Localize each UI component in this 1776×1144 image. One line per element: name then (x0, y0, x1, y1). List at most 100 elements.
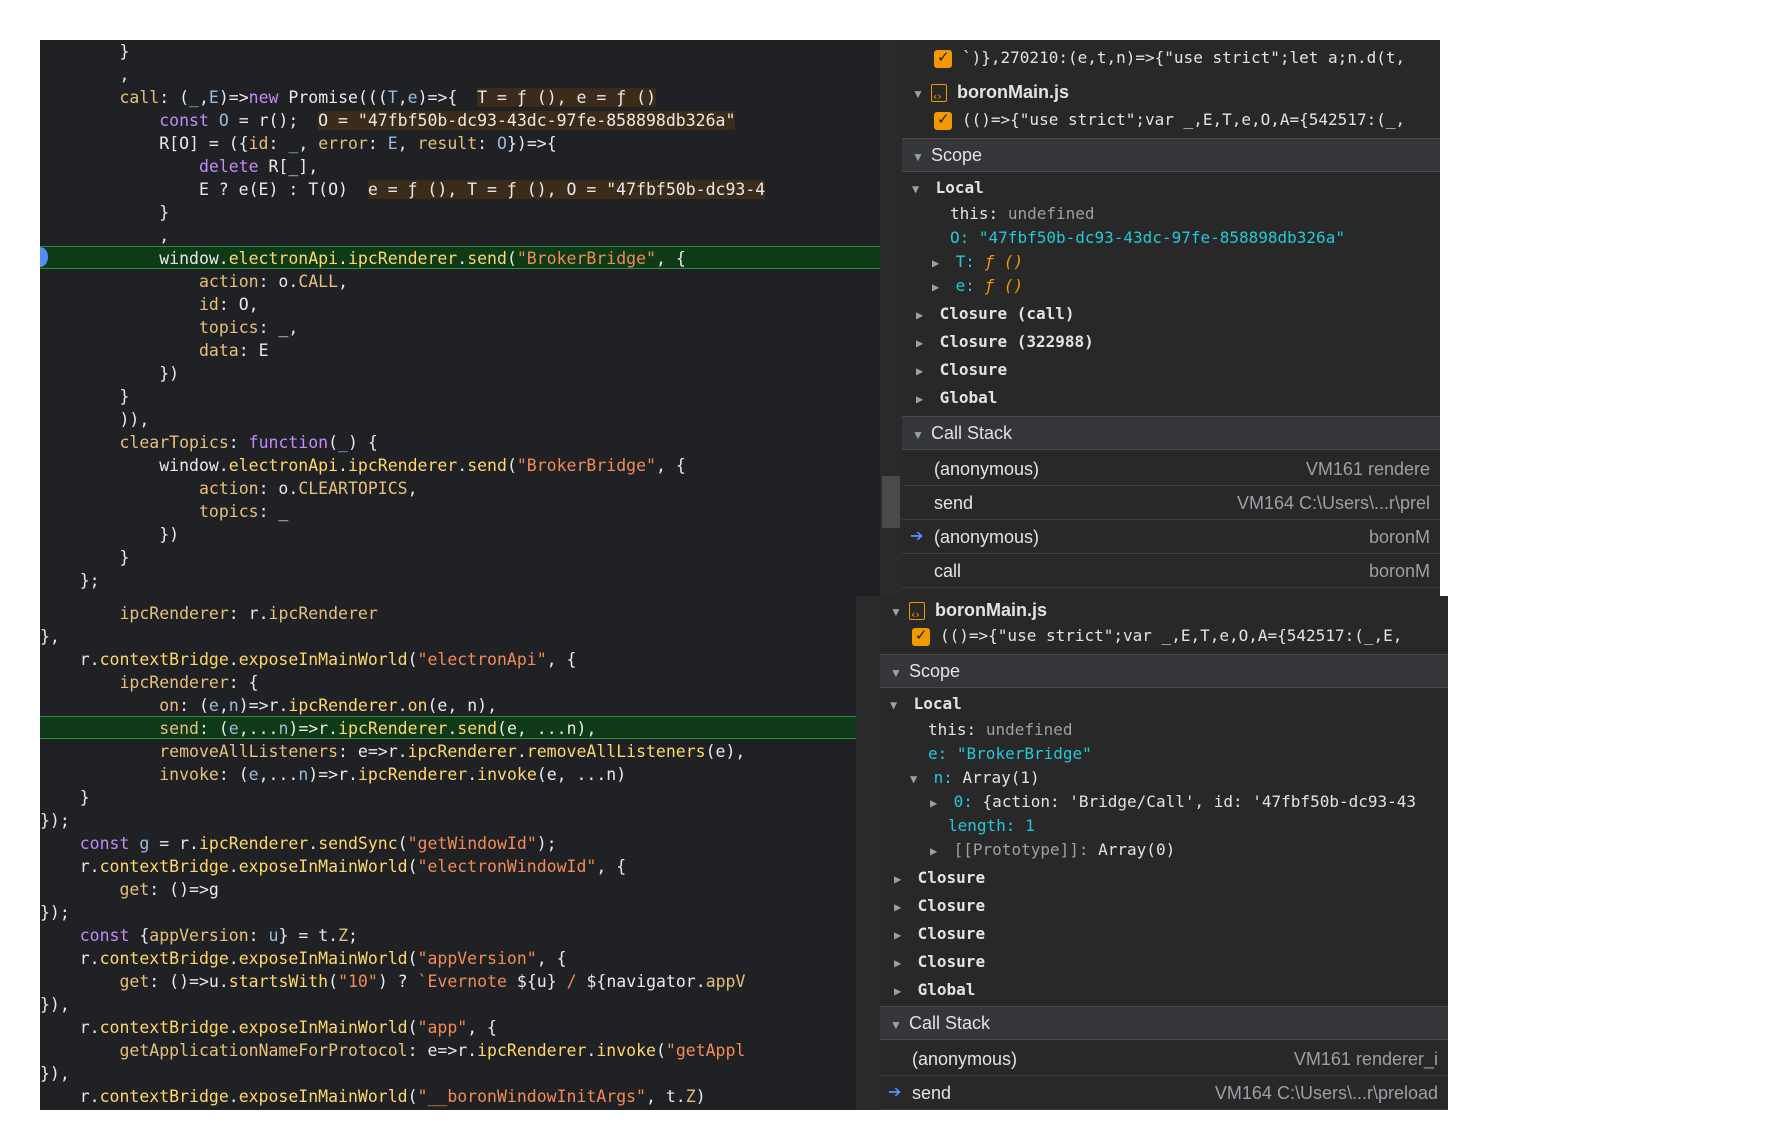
callstack-frame[interactable]: call boronM (902, 554, 1440, 588)
editor-scrollbar[interactable] (856, 596, 880, 1110)
code-line: get: ()=>u.startsWith("10") ? `Evernote … (119, 972, 746, 991)
code-line: clearTopics: function(_) { (119, 433, 378, 452)
code-line: r.contextBridge.exposeInMainWorld("app",… (40, 1018, 497, 1037)
breakpoint-file-header[interactable]: ▼ boronMain.js (902, 78, 1440, 111)
code-line: , (40, 226, 170, 245)
scope-variable-this[interactable]: this: undefined (902, 202, 1440, 226)
breakpoint-file-header[interactable]: ▼ boronMain.js (880, 596, 1448, 629)
expand-triangle-icon: ▶ (916, 336, 924, 350)
expand-triangle-icon: ▶ (930, 844, 938, 858)
execution-line: send: (e,...n)=>r.ipcRenderer.send(e, ..… (40, 716, 856, 739)
callstack-frame[interactable]: send VM164 C:\Users\...r\prel (902, 486, 1440, 520)
top-source-editor[interactable]: } , call: (_,E)=>new Promise(((T,e)=>{ T… (40, 40, 880, 596)
code-line: const O = r(); O = "47fbf50b-dc93-43dc-9… (159, 111, 736, 130)
scope-variable-this[interactable]: this: undefined (880, 718, 1448, 742)
expand-triangle-icon: ▶ (894, 984, 902, 998)
code-line: r.contextBridge.exposeInMainWorld("__bor… (40, 1087, 706, 1106)
closure-item[interactable]: ▶ Closure (902, 358, 1440, 382)
scope-variable-e[interactable]: ▶ e: ƒ () (902, 274, 1440, 298)
scope-variable-T[interactable]: ▶ T: ƒ () (902, 250, 1440, 274)
code-line: } (40, 42, 130, 61)
closure-item[interactable]: ▶ Closure (880, 866, 1448, 890)
code-line: getApplicationNameForProtocol: e=>r.ipcR… (119, 1041, 746, 1060)
expand-triangle-icon: ▼ (890, 698, 898, 712)
local-scope-header[interactable]: ▼ Local (902, 176, 1440, 200)
file-icon (931, 83, 948, 111)
expand-triangle-icon: ▼ (912, 87, 924, 101)
code-line: )), (40, 410, 150, 429)
code-line: r.contextBridge.exposeInMainWorld("elect… (40, 857, 627, 876)
current-frame-arrow-icon: ➔ (888, 1084, 902, 1101)
code-line: E ? e(E) : T(O) e = ƒ (), T = ƒ (), O = … (40, 180, 766, 199)
execution-line: window.electronApi.ipcRenderer.send("Bro… (40, 246, 880, 269)
scrollbar-thumb[interactable] (882, 476, 900, 528)
code-line: } (40, 548, 130, 567)
checkbox-checked-icon[interactable] (934, 48, 952, 68)
scope-variable-e[interactable]: e: "BrokerBridge" (880, 742, 1448, 766)
code-line: }), (40, 995, 70, 1014)
scope-variable-n[interactable]: ▼ n: Array(1) (880, 766, 1448, 790)
expand-triangle-icon: ▼ (890, 1018, 902, 1032)
callstack-section-header[interactable]: ▼ Call Stack (902, 416, 1440, 450)
expand-triangle-icon: ▼ (912, 428, 924, 442)
code-line: }, (40, 627, 60, 646)
callstack-frame[interactable]: (anonymous) VM161 rendere (902, 452, 1440, 486)
code-line: const {appVersion: u} = t.Z; (79, 926, 358, 945)
code-line: window.electronApi.ipcRenderer.send("Bro… (40, 456, 686, 475)
closure-item[interactable]: ▶ Closure (call) (902, 302, 1440, 326)
code-line: ipcRenderer: { (119, 673, 259, 692)
bottom-source-editor[interactable]: ipcRenderer: r.ipcRenderer }, r.contextB… (40, 596, 856, 1110)
checkbox-checked-icon[interactable] (934, 110, 952, 130)
code-line: } (40, 203, 170, 222)
inline-value: O = "47fbf50b-dc93-43dc-97fe-858898db326… (318, 111, 736, 130)
array-length[interactable]: length: 1 (880, 814, 1448, 838)
scope-section-header[interactable]: ▼ Scope (880, 654, 1448, 688)
code-line: invoke: (e,...n)=>r.ipcRenderer.invoke(e… (159, 765, 627, 784)
global-scope-item[interactable]: ▶ Global (880, 978, 1448, 1002)
top-debugger-sidebar: `)},270210:(e,t,n)=>{"use strict";let a;… (902, 40, 1440, 596)
callstack-frame[interactable]: (anonymous) VM161 renderer_i (880, 1042, 1448, 1076)
code-line: id: O, (198, 295, 259, 314)
scope-section-header[interactable]: ▼ Scope (902, 138, 1440, 172)
code-line: }); (40, 811, 70, 830)
code-line: action: o.CALL, (198, 272, 348, 291)
local-scope-header[interactable]: ▼ Local (880, 692, 1448, 716)
expand-triangle-icon: ▶ (932, 280, 940, 294)
callstack-frame-current[interactable]: ➔ send VM164 C:\Users\...r\preload (880, 1076, 1448, 1110)
code-line: ipcRenderer: r.ipcRenderer (119, 604, 378, 623)
code-line: topics: _, (198, 318, 299, 337)
current-frame-arrow-icon: ➔ (910, 528, 924, 545)
code-line: r.contextBridge.exposeInMainWorld("appVe… (40, 949, 567, 968)
code-line: r.contextBridge.exposeInMainWorld("elect… (40, 650, 577, 669)
checkbox-checked-icon[interactable] (912, 626, 930, 646)
global-scope-item[interactable]: ▶ Global (902, 386, 1440, 410)
bottom-debugger-sidebar: ▼ boronMain.js (()=>{"use strict";var _,… (880, 596, 1448, 1110)
expand-triangle-icon: ▶ (894, 900, 902, 914)
array-prototype[interactable]: ▶ [[Prototype]]: Array(0) (880, 838, 1448, 862)
code-line: const g = r.ipcRenderer.sendSync("getWin… (79, 834, 557, 853)
closure-item[interactable]: ▶ Closure (880, 922, 1448, 946)
expand-triangle-icon: ▶ (894, 928, 902, 942)
code-line: R[O] = ({id: _, error: E, result: O})=>{ (40, 134, 557, 153)
callstack-section-header[interactable]: ▼ Call Stack (880, 1006, 1448, 1040)
code-line: delete R[_], (198, 157, 319, 176)
closure-item[interactable]: ▶ Closure (880, 950, 1448, 974)
breakpoint-item[interactable]: (()=>{"use strict";var _,E,T,e,O,A={5425… (902, 110, 1440, 136)
closure-item[interactable]: ▶ Closure (880, 894, 1448, 918)
file-icon (909, 601, 926, 629)
code-line: } (40, 788, 90, 807)
closure-item[interactable]: ▶ Closure (322988) (902, 330, 1440, 354)
code-line: data: E (198, 341, 269, 360)
scope-variable-O[interactable]: O: "47fbf50b-dc93-43dc-97fe-858898db326a… (902, 226, 1440, 250)
breakpoint-item[interactable]: `)},270210:(e,t,n)=>{"use strict";let a;… (902, 48, 1440, 74)
breakpoint-item[interactable]: (()=>{"use strict";var _,E,T,e,O,A={5425… (880, 626, 1448, 652)
expand-triangle-icon: ▶ (916, 308, 924, 322)
array-element-0[interactable]: ▶ 0: {action: 'Bridge/Call', id: '47fbf5… (880, 790, 1448, 814)
callstack-frame-current[interactable]: ➔ (anonymous) boronM (902, 520, 1440, 554)
code-line: removeAllListeners: e=>r.ipcRenderer.rem… (159, 742, 746, 761)
expand-triangle-icon: ▶ (930, 796, 938, 810)
expand-triangle-icon: ▶ (916, 364, 924, 378)
expand-triangle-icon: ▼ (890, 605, 902, 619)
code-line: , (40, 65, 130, 84)
code-line: action: o.CLEARTOPICS, (198, 479, 418, 498)
